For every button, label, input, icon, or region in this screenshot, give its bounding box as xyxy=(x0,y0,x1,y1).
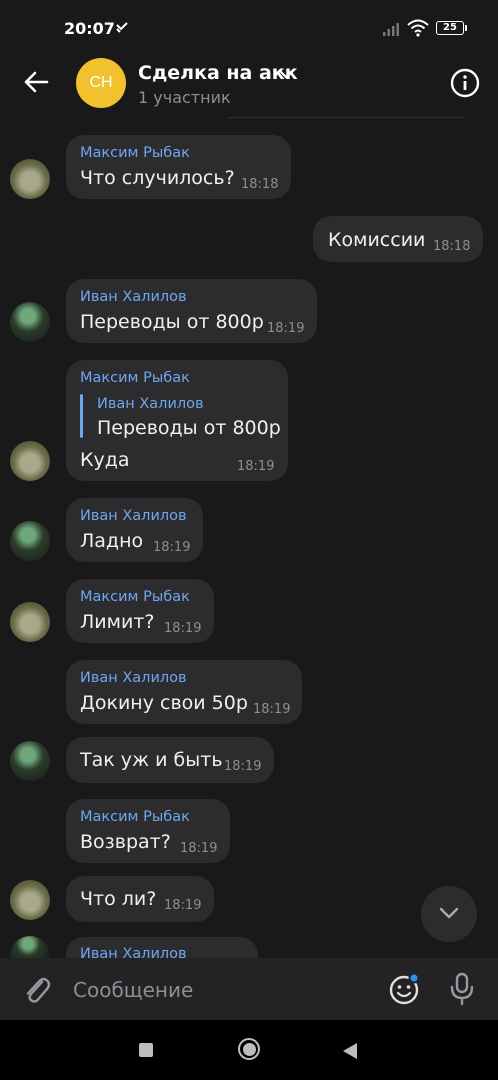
avatar[interactable] xyxy=(10,936,50,958)
info-icon[interactable] xyxy=(450,68,480,98)
reply-quote-bar xyxy=(80,394,83,438)
message-text: Что ли? xyxy=(80,888,157,910)
arrow-left-icon[interactable] xyxy=(22,68,50,96)
message-bubble[interactable]: Максим Рыбак Лимит? 18:19 xyxy=(66,579,214,643)
message-text: Куда xyxy=(80,449,130,471)
status-time: 20:07 xyxy=(64,19,115,38)
status-bar: 20:07 25 xyxy=(0,0,498,58)
avatar[interactable] xyxy=(10,521,50,561)
message-time: 18:19 xyxy=(267,321,305,336)
message-author[interactable]: Максим Рыбак xyxy=(80,145,190,161)
message-text: Так уж и быть xyxy=(80,749,223,771)
message-text: Докину свои 50р xyxy=(80,692,248,714)
message-bubble[interactable]: Иван Халилов Ладно 18:19 xyxy=(66,498,203,562)
avatar[interactable] xyxy=(10,602,50,642)
message-time: 18:19 xyxy=(237,459,275,474)
avatar[interactable] xyxy=(10,741,50,781)
chat-header: СН Сделка на акк 1 участник xyxy=(0,58,498,120)
signal-icon xyxy=(383,23,399,36)
system-nav-bar xyxy=(0,1020,498,1080)
alarm-icon xyxy=(116,22,128,33)
message-bubble[interactable]: Максим Рыбак Что случилось? 18:18 xyxy=(66,135,291,199)
message-bubble[interactable]: Иван Халилов xyxy=(66,937,258,958)
message-author[interactable]: Иван Халилов xyxy=(80,670,187,686)
message-bubble[interactable]: Комиссии 18:18 xyxy=(313,216,483,262)
message-bubble[interactable]: Что ли? 18:19 xyxy=(66,876,214,922)
message-text: Переводы от 800р xyxy=(80,311,264,333)
message-author[interactable]: Максим Рыбак xyxy=(80,589,190,605)
wifi-icon xyxy=(407,19,429,37)
message-time: 18:19 xyxy=(180,841,218,856)
emoji-icon[interactable] xyxy=(388,972,422,1006)
message-time: 18:19 xyxy=(224,759,262,774)
reply-text[interactable]: Переводы от 800р xyxy=(97,417,281,439)
chevron-down-icon[interactable] xyxy=(279,70,293,80)
message-author[interactable]: Иван Халилов xyxy=(80,946,187,958)
message-author[interactable]: Иван Халилов xyxy=(80,289,187,305)
message-time: 18:18 xyxy=(433,239,471,254)
recents-button[interactable] xyxy=(139,1043,153,1057)
chat-avatar[interactable]: СН xyxy=(76,58,126,108)
message-bubble[interactable]: Иван Халилов Переводы от 800р 18:19 xyxy=(66,279,317,343)
message-author[interactable]: Максим Рыбак xyxy=(80,809,190,825)
microphone-icon[interactable] xyxy=(450,972,474,1006)
reply-author[interactable]: Иван Халилов xyxy=(97,396,204,412)
message-composer: Сообщение xyxy=(0,958,498,1020)
header-divider xyxy=(228,117,464,118)
message-input[interactable]: Сообщение xyxy=(73,978,193,1002)
message-time: 18:19 xyxy=(164,898,202,913)
message-bubble[interactable]: Максим Рыбак Иван Халилов Переводы от 80… xyxy=(66,360,288,481)
message-author[interactable]: Иван Халилов xyxy=(80,508,187,524)
message-time: 18:18 xyxy=(241,177,279,192)
message-text: Лимит? xyxy=(80,611,155,633)
message-author[interactable]: Максим Рыбак xyxy=(80,370,190,386)
back-triangle-icon[interactable] xyxy=(342,1042,358,1060)
avatar[interactable] xyxy=(10,441,50,481)
scroll-down-button[interactable] xyxy=(421,886,477,942)
message-time: 18:19 xyxy=(253,702,291,717)
paperclip-icon[interactable] xyxy=(22,974,52,1006)
home-dot-icon xyxy=(242,1042,256,1056)
message-text: Ладно xyxy=(80,530,144,552)
chat-title[interactable]: Сделка на акк xyxy=(138,62,298,84)
message-text: Что случилось? xyxy=(80,167,235,189)
message-text: Возврат? xyxy=(80,831,171,853)
home-button[interactable] xyxy=(238,1038,260,1060)
message-bubble[interactable]: Максим Рыбак Возврат? 18:19 xyxy=(66,799,230,863)
message-time: 18:19 xyxy=(153,540,191,555)
message-time: 18:19 xyxy=(164,621,202,636)
message-text: Комиссии xyxy=(328,229,426,251)
message-bubble[interactable]: Иван Халилов Докину свои 50р 18:19 xyxy=(66,660,302,724)
avatar[interactable] xyxy=(10,159,50,199)
chevron-down-icon xyxy=(439,907,459,919)
message-bubble[interactable]: Так уж и быть 18:19 xyxy=(66,737,274,783)
chat-subtitle: 1 участник xyxy=(138,88,231,107)
avatar[interactable] xyxy=(10,880,50,920)
battery-indicator: 25 xyxy=(436,21,467,35)
avatar[interactable] xyxy=(10,302,50,342)
battery-level: 25 xyxy=(443,22,457,33)
